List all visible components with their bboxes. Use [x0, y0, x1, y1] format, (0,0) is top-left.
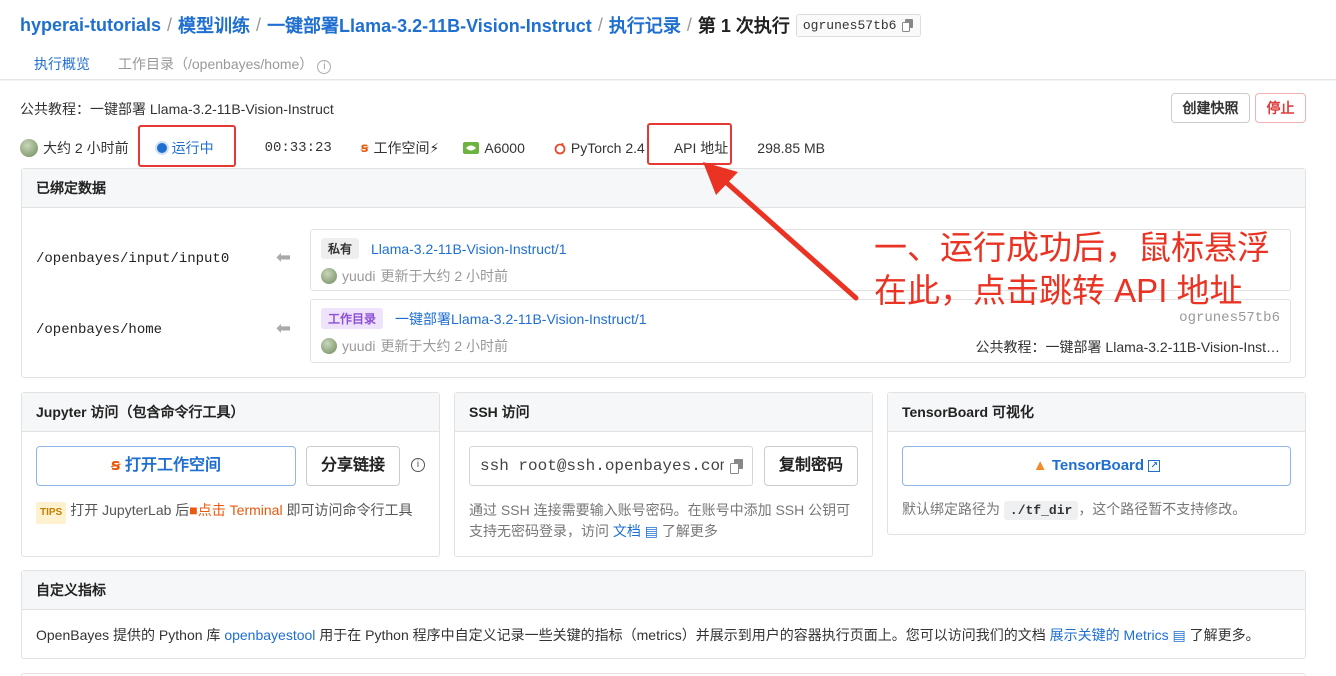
- annotation-arrow: [703, 162, 859, 301]
- annotation-line-2: 在此，点击跳转 API 地址: [874, 272, 1243, 309]
- annotation-line-1: 一、运行成功后，鼠标悬浮: [874, 229, 1270, 266]
